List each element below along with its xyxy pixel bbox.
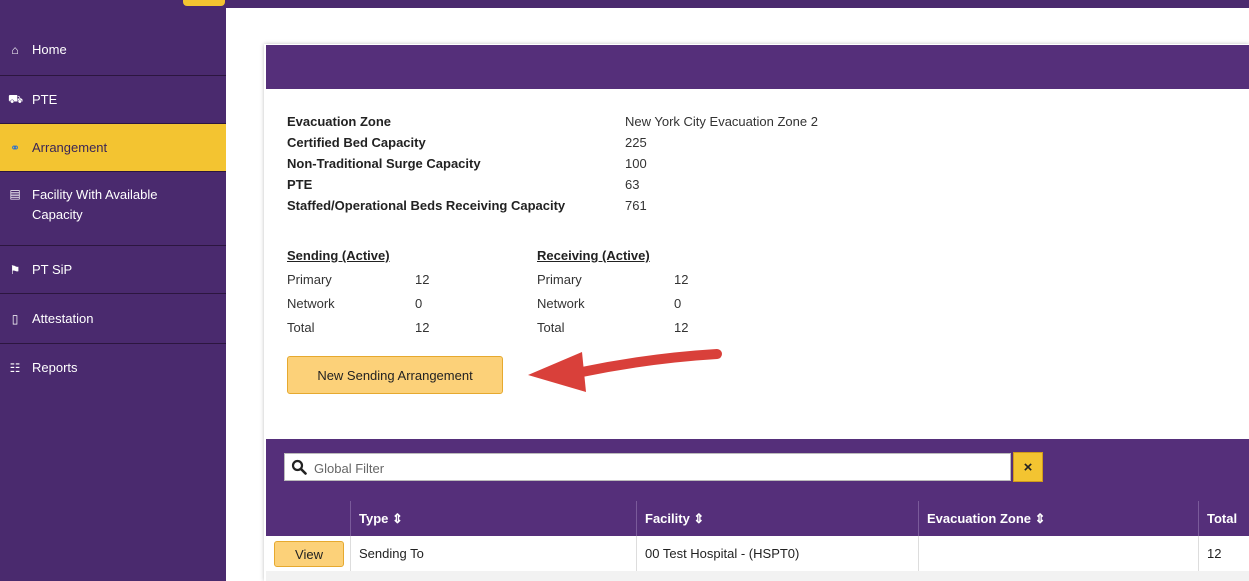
cell-type: Sending To (350, 536, 636, 571)
sidebar-item-label: PTE (32, 91, 58, 107)
sending-network-value: 0 (415, 296, 423, 311)
sidebar-item-home[interactable]: ⌂ Home (0, 24, 226, 76)
staffed-beds-value: 761 (625, 198, 647, 213)
sending-active-heading: Sending (Active) (287, 248, 390, 263)
sidebar-item-label: Home (32, 41, 67, 57)
receiving-total-label: Total (537, 320, 565, 335)
cell-evacuation-zone (918, 536, 1198, 571)
users-icon: ☷ (9, 361, 21, 375)
certified-bed-capacity-label: Certified Bed Capacity (287, 135, 426, 150)
column-header-facility[interactable]: Facility ⇕ (636, 501, 918, 536)
sidebar-item-attestation[interactable]: ▯ Attestation (0, 294, 226, 344)
sidebar: ⌂ Home ⛟ PTE ⚭ Arrangement ▤ Facility Wi… (0, 8, 226, 581)
handshake-icon: ⚭ (9, 140, 21, 155)
annotation-arrow-icon (528, 349, 722, 392)
view-button[interactable]: View (274, 541, 344, 567)
panel-header (266, 45, 1249, 89)
flag-icon: ⚑ (9, 262, 21, 277)
column-header-type[interactable]: Type ⇕ (350, 501, 636, 536)
search-icon (291, 459, 307, 475)
building-icon: ▤ (9, 187, 21, 201)
table-row (266, 571, 1249, 581)
sending-total-label: Total (287, 320, 315, 335)
global-filter-input[interactable] (312, 457, 1006, 479)
pte-value: 63 (625, 177, 640, 192)
home-icon: ⌂ (11, 42, 19, 57)
column-header-total[interactable]: Total (1198, 501, 1249, 536)
top-bar (0, 0, 1249, 8)
receiving-active-heading: Receiving (Active) (537, 248, 650, 263)
global-filter-field[interactable] (284, 453, 1011, 481)
receiving-primary-label: Primary (537, 272, 582, 287)
certified-bed-capacity-value: 225 (625, 135, 647, 150)
sending-primary-label: Primary (287, 272, 332, 287)
cell-facility: 00 Test Hospital - (HSPT0) (636, 536, 918, 571)
cell-total: 12 (1198, 536, 1249, 571)
evacuation-zone-label: Evacuation Zone (287, 114, 392, 129)
sidebar-item-reports[interactable]: ☷ Reports (0, 344, 226, 392)
new-sending-arrangement-button[interactable]: New Sending Arrangement (287, 356, 503, 394)
receiving-network-label: Network (537, 296, 585, 311)
sending-network-label: Network (287, 296, 335, 311)
pte-label: PTE (287, 177, 313, 192)
sidebar-item-label: Facility With Available Capacity (32, 187, 158, 222)
surge-capacity-value: 100 (625, 156, 647, 171)
sidebar-item-pt-sip[interactable]: ⚑ PT SiP (0, 246, 226, 294)
sidebar-item-pte[interactable]: ⛟ PTE (0, 76, 226, 124)
sidebar-item-label: Reports (32, 360, 78, 375)
sidebar-item-label: PT SiP (32, 261, 73, 277)
sidebar-item-facility-with-available-capacity[interactable]: ▤ Facility With Available Capacity (0, 172, 226, 246)
receiving-primary-value: 12 (674, 272, 689, 287)
sidebar-item-label: Attestation (32, 310, 94, 326)
top-bar-tab[interactable] (183, 0, 225, 6)
surge-capacity-label: Non-Traditional Surge Capacity (287, 156, 481, 171)
vehicles-icon: ⛟ (8, 91, 24, 106)
staffed-beds-label: Staffed/Operational Beds Receiving Capac… (287, 198, 566, 213)
sidebar-item-label: Arrangement (32, 139, 108, 155)
sending-primary-value: 12 (415, 272, 430, 287)
document-icon: ▯ (11, 311, 19, 326)
clear-filter-button[interactable]: × (1013, 452, 1043, 482)
column-header-evacuation-zone[interactable]: Evacuation Zone ⇕ (918, 501, 1198, 536)
receiving-total-value: 12 (674, 320, 689, 335)
receiving-network-value: 0 (674, 296, 682, 311)
sending-total-value: 12 (415, 320, 430, 335)
sidebar-item-arrangement[interactable]: ⚭ Arrangement (0, 124, 226, 172)
evacuation-zone-value: New York City Evacuation Zone 2 (625, 114, 818, 129)
